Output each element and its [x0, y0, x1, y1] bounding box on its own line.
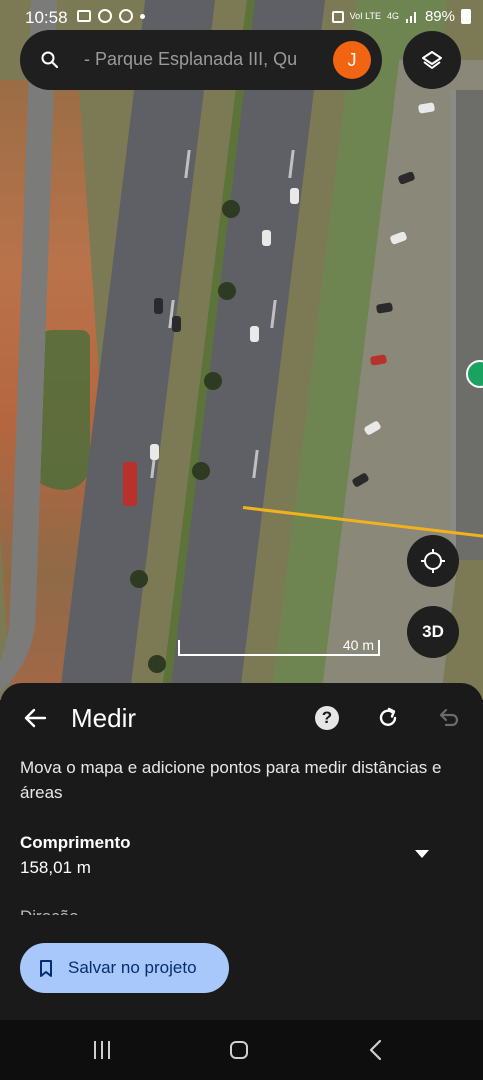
length-value: 158,01 m — [20, 858, 91, 877]
tree — [204, 372, 222, 390]
gallery-icon — [77, 10, 91, 22]
search-bar[interactable]: - Parque Esplanada III, Qu J — [20, 30, 382, 90]
panel-title: Medir — [71, 703, 137, 733]
status-bar: 10:58 VoI LTE 4G 89% — [0, 0, 483, 34]
layers-button[interactable] — [403, 31, 461, 89]
bookmark-icon — [40, 960, 52, 977]
status-time: 10:58 — [25, 8, 68, 27]
network-type: 4G — [386, 11, 399, 21]
car — [290, 188, 299, 204]
nav-back-icon[interactable] — [367, 1039, 385, 1061]
car — [172, 316, 181, 332]
tree — [130, 570, 148, 588]
layers-icon — [422, 51, 442, 69]
alarm-icon — [331, 10, 344, 23]
car — [262, 230, 271, 246]
globe-icon — [119, 9, 133, 23]
system-nav-bar — [0, 1020, 483, 1080]
tree — [192, 462, 210, 480]
measure-panel: Medir ? Mova o mapa e adicione pontos pa… — [0, 683, 483, 1020]
battery-percent: 89% — [424, 8, 455, 25]
more-notifications-icon — [140, 13, 145, 19]
toggle-3d-button[interactable]: 3D — [407, 606, 459, 658]
tree — [218, 282, 236, 300]
partially-hidden-label: Direção — [20, 907, 79, 915]
car — [154, 298, 163, 314]
redo-icon[interactable] — [375, 705, 401, 731]
car — [250, 326, 259, 342]
instructions-text: Mova o mapa e adicione pontos para medir… — [20, 758, 442, 802]
home-button[interactable] — [230, 1041, 248, 1059]
search-text[interactable]: - Parque Esplanada III, Qu — [84, 49, 320, 70]
length-label: Comprimento — [20, 833, 131, 852]
truck — [123, 462, 137, 506]
map-scale-bar: 40 m — [178, 637, 380, 656]
notification-icons — [77, 9, 145, 23]
volte-icon: VoI LTE — [349, 11, 381, 21]
building-roof — [450, 90, 483, 560]
car — [150, 444, 159, 460]
signal-icon — [405, 11, 416, 23]
tree — [148, 655, 166, 673]
save-button-label: Salvar no projeto — [68, 958, 197, 977]
help-button[interactable]: ? — [315, 706, 339, 730]
undo-icon[interactable] — [436, 705, 462, 731]
save-to-project-button[interactable]: Salvar no projeto — [20, 943, 229, 993]
expand-chevron-icon[interactable] — [415, 850, 429, 858]
search-icon — [41, 51, 59, 69]
scale-label: 40 m — [342, 637, 374, 653]
system-icons: VoI LTE 4G 89% — [331, 8, 471, 25]
chrome-icon — [98, 9, 112, 23]
account-avatar[interactable]: J — [333, 41, 371, 79]
tree — [222, 200, 240, 218]
battery-icon — [461, 9, 471, 24]
recent-apps-icon — [94, 1041, 96, 1059]
satellite-map[interactable]: 40 m — [0, 0, 483, 700]
my-location-icon — [421, 549, 445, 573]
my-location-button[interactable] — [407, 535, 459, 587]
arrow-back-icon[interactable] — [22, 705, 48, 731]
recent-apps-button[interactable] — [94, 1041, 110, 1059]
